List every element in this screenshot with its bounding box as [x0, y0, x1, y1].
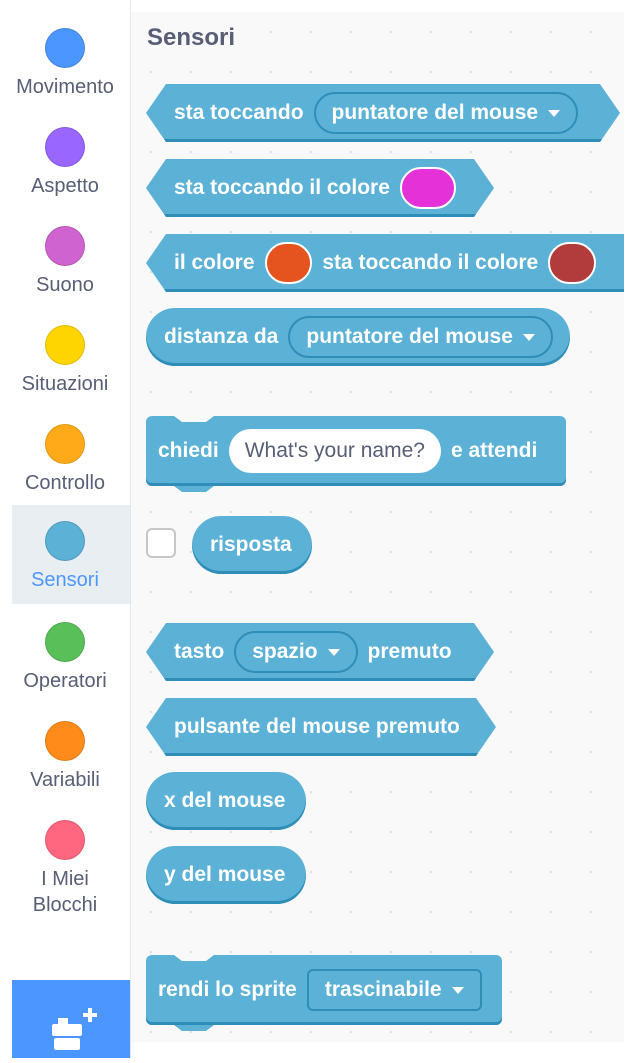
- category-my-blocks[interactable]: I Miei Blocchi: [12, 804, 130, 924]
- category-sensori[interactable]: Sensori: [12, 505, 130, 604]
- block-ask[interactable]: chiedi What's your name? e attendi: [146, 416, 566, 486]
- block-text: risposta: [210, 533, 292, 556]
- block-text: sta toccando il colore: [322, 251, 539, 274]
- category-label: Operatori: [23, 670, 107, 692]
- ask-text-input[interactable]: What's your name?: [228, 429, 441, 473]
- dropdown-value: spazio: [252, 640, 318, 663]
- touching-dropdown[interactable]: puntatore del mouse: [314, 92, 579, 134]
- category-movimento[interactable]: Movimento: [12, 12, 130, 111]
- variabili-color-dot: [45, 721, 85, 761]
- block-set-drag-mode[interactable]: rendi lo sprite trascinabile: [146, 955, 502, 1025]
- block-distance[interactable]: distanza da puntatore del mouse: [146, 308, 570, 366]
- block-mouse-y[interactable]: y del mouse: [146, 846, 306, 904]
- sensori-color-dot: [45, 521, 85, 561]
- palette-title: Sensori: [147, 24, 236, 51]
- category-label: Sensori: [31, 569, 99, 591]
- operatori-color-dot: [45, 622, 85, 662]
- block-text: pulsante del mouse premuto: [174, 715, 460, 738]
- add-extension-button[interactable]: [12, 980, 130, 1058]
- drag-mode-dropdown[interactable]: trascinabile: [306, 969, 482, 1011]
- movimento-color-dot: [45, 28, 85, 68]
- dropdown-value: puntatore del mouse: [331, 101, 539, 124]
- category-suono[interactable]: Suono: [12, 210, 130, 309]
- block-text: x del mouse: [164, 789, 286, 812]
- dropdown-value: puntatore del mouse: [306, 325, 513, 348]
- block-text: chiedi: [158, 439, 219, 462]
- distance-dropdown[interactable]: puntatore del mouse: [288, 316, 553, 358]
- block-text: distanza da: [164, 325, 279, 348]
- category-sidebar: Movimento Aspetto Suono Situazioni Contr…: [0, 0, 131, 1058]
- suono-color-dot: [45, 226, 85, 266]
- block-text: y del mouse: [164, 863, 286, 886]
- color-picker-swatch[interactable]: [264, 242, 313, 284]
- block-text: e attendi: [450, 439, 538, 462]
- block-touching[interactable]: sta toccando puntatore del mouse: [146, 84, 620, 142]
- color-picker-swatch[interactable]: [400, 167, 456, 209]
- category-situazioni[interactable]: Situazioni: [12, 309, 130, 408]
- category-label: I Miei Blocchi: [32, 868, 98, 916]
- block-text: il colore: [174, 251, 255, 274]
- color-picker-swatch[interactable]: [548, 242, 596, 284]
- key-dropdown[interactable]: spazio: [234, 631, 357, 673]
- chevron-down-icon: [328, 649, 340, 656]
- category-controllo[interactable]: Controllo: [12, 408, 130, 507]
- block-text: tasto: [174, 640, 225, 663]
- block-color-touching-color[interactable]: il colore sta toccando il colore: [146, 234, 624, 292]
- add-extension-icon: [52, 1008, 97, 1050]
- category-label: Aspetto: [31, 175, 99, 197]
- block-mouse-x[interactable]: x del mouse: [146, 772, 306, 830]
- category-label: Movimento: [16, 76, 114, 98]
- category-variabili[interactable]: Variabili: [12, 705, 130, 804]
- my-blocks-color-dot: [45, 820, 85, 860]
- situazioni-color-dot: [45, 325, 85, 365]
- dropdown-value: trascinabile: [324, 978, 442, 1001]
- block-text: rendi lo sprite: [158, 978, 297, 1001]
- aspetto-color-dot: [45, 127, 85, 167]
- answer-monitor-checkbox[interactable]: [146, 528, 176, 558]
- block-key-pressed[interactable]: tasto spazio premuto: [146, 623, 494, 681]
- category-operatori[interactable]: Operatori: [12, 606, 130, 705]
- block-text: sta toccando il colore: [174, 176, 390, 199]
- chevron-down-icon: [451, 986, 464, 994]
- block-touching-color[interactable]: sta toccando il colore: [146, 159, 494, 217]
- block-text: sta toccando: [174, 101, 304, 124]
- block-text: premuto: [367, 640, 452, 663]
- block-answer[interactable]: risposta: [192, 516, 312, 574]
- category-label: Controllo: [24, 472, 106, 494]
- block-mouse-down[interactable]: pulsante del mouse premuto: [146, 698, 496, 756]
- category-label: Variabili: [30, 769, 100, 791]
- category-aspetto[interactable]: Aspetto: [12, 111, 130, 210]
- category-label: Situazioni: [21, 373, 109, 395]
- chevron-down-icon: [522, 333, 535, 341]
- controllo-color-dot: [45, 424, 85, 464]
- chevron-down-icon: [548, 110, 560, 117]
- category-label: Suono: [36, 274, 94, 296]
